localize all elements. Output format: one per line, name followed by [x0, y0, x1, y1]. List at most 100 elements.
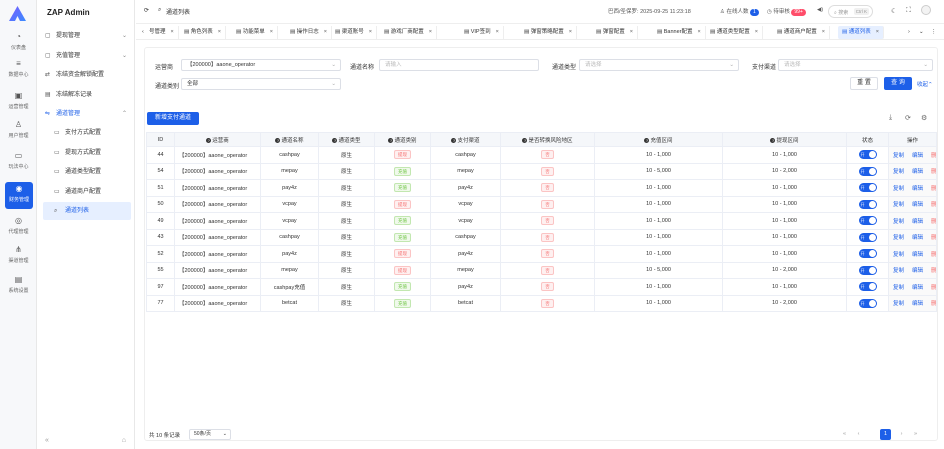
avatar[interactable]: [921, 5, 931, 17]
table-row[interactable]: 44 【200000】aaone_operator cashpay 原生 提现 cashp…: [146, 146, 937, 164]
table-row[interactable]: 97 【200000】aaone_operator cashpay充值 原生 充值 pay…: [146, 278, 937, 296]
next-page-icon[interactable]: ›: [896, 429, 907, 440]
close-icon[interactable]: ×: [630, 29, 633, 35]
menu-item[interactable]: ▢ 充值管理 ⌄: [37, 47, 135, 65]
refresh-table-icon[interactable]: ⟳: [905, 114, 911, 122]
table-row[interactable]: 77 【200000】aaone_operator betcat 原生 充值 betcat…: [146, 294, 937, 312]
help-icon[interactable]: ?: [770, 137, 776, 143]
copy-button[interactable]: 复制: [893, 186, 904, 192]
tabs-more-icon[interactable]: ⋮: [927, 26, 941, 39]
menu-item[interactable]: ⌕ 通道列表: [43, 202, 131, 220]
close-icon[interactable]: ×: [270, 29, 273, 35]
channel-type-select[interactable]: 请选择 ⌄: [579, 59, 739, 71]
tabs-scroll-right-icon[interactable]: ›: [904, 26, 914, 39]
collapse-menu-icon[interactable]: «: [45, 437, 49, 444]
channel-category-select[interactable]: 全部 ⌄: [181, 78, 341, 90]
edit-button[interactable]: 编辑: [912, 202, 923, 208]
rail-item-operation[interactable]: ▣ 运营管理: [0, 89, 37, 115]
delete-button[interactable]: 删除: [931, 235, 935, 241]
rail-item-dashboard[interactable]: ◔ 仪表盘: [0, 30, 37, 56]
edit-button[interactable]: 编辑: [912, 285, 923, 291]
table-row[interactable]: 52 【200000】aaone_operator pay4z 原生 提现 pay4z 否 1…: [146, 245, 937, 263]
first-page-icon[interactable]: «: [839, 429, 850, 440]
edit-button[interactable]: 编辑: [912, 235, 923, 241]
edit-button[interactable]: 编辑: [912, 153, 923, 159]
edit-button[interactable]: 编辑: [912, 186, 923, 192]
table-row[interactable]: 54 【200000】aaone_operator mepay 原生 充值 mepay 否 1…: [146, 162, 937, 180]
copy-button[interactable]: 复制: [893, 252, 904, 258]
status-toggle[interactable]: 开: [858, 183, 877, 193]
tab-item[interactable]: ▤ 通道列表 ×: [838, 26, 884, 39]
menu-item[interactable]: ⇄ 冻结资金解锁配置: [37, 66, 135, 84]
close-icon[interactable]: ×: [755, 29, 758, 35]
help-icon[interactable]: ?: [522, 137, 528, 143]
column-settings-icon[interactable]: ⚙: [921, 114, 927, 122]
rail-item-finance[interactable]: ◉ 财务管理: [5, 182, 33, 209]
tab-item[interactable]: ▤ 通道商户配置 ×: [773, 26, 830, 39]
edit-button[interactable]: 编辑: [912, 169, 923, 175]
delete-button[interactable]: 删除: [931, 169, 935, 175]
column-header[interactable]: ? 充值区间: [594, 132, 723, 147]
close-icon[interactable]: ×: [569, 29, 572, 35]
table-row[interactable]: 50 【200000】aaone_operator vcpay 原生 提现 vcpay 否 1…: [146, 195, 937, 213]
copy-button[interactable]: 复制: [893, 235, 904, 241]
edit-button[interactable]: 编辑: [912, 301, 923, 307]
delete-button[interactable]: 删除: [931, 252, 935, 258]
rail-item-user[interactable]: ♙ 用户管理: [0, 118, 37, 144]
copy-button[interactable]: 复制: [893, 169, 904, 175]
close-icon[interactable]: ×: [369, 29, 372, 35]
add-channel-button[interactable]: 新增支付通道: [147, 112, 199, 125]
help-icon[interactable]: ?: [644, 137, 650, 143]
delete-button[interactable]: 删除: [931, 285, 935, 291]
global-search[interactable]: ⌕ 搜索 Ctrl K: [828, 5, 873, 18]
reset-button[interactable]: 重 置: [850, 77, 878, 90]
last-page-icon[interactable]: »: [910, 429, 921, 440]
pending-review[interactable]: ◷ 待审核 99+: [767, 7, 806, 16]
menu-item[interactable]: ▤ 冻结解冻记录: [37, 86, 135, 104]
copy-button[interactable]: 复制: [893, 301, 904, 307]
rail-item-channel[interactable]: ⋔ 渠道管理: [0, 243, 37, 269]
column-header[interactable]: ID: [146, 132, 175, 147]
help-icon[interactable]: ?: [332, 137, 338, 143]
column-header[interactable]: ? 运营商: [174, 132, 261, 147]
download-icon[interactable]: ⤓: [889, 114, 892, 122]
rail-item-game[interactable]: ▭ 玩法中心: [0, 149, 37, 175]
copy-button[interactable]: 复制: [893, 153, 904, 159]
delete-button[interactable]: 删除: [931, 219, 935, 225]
tab-item[interactable]: ▤ 通道类型配置 ×: [706, 26, 763, 39]
copy-button[interactable]: 复制: [893, 202, 904, 208]
status-toggle[interactable]: 开: [858, 298, 877, 308]
edit-button[interactable]: 编辑: [912, 268, 923, 274]
collapse-link[interactable]: 收起⌃: [917, 80, 933, 88]
column-header[interactable]: ? 通道名称: [260, 132, 319, 147]
operator-select[interactable]: 【200000】aaone_operator ⌄: [181, 59, 341, 71]
menu-item[interactable]: ▢ 提现管理 ⌄: [37, 27, 135, 45]
app-logo-icon[interactable]: [9, 6, 26, 21]
page-current[interactable]: 1: [880, 429, 891, 440]
fullscreen-icon[interactable]: ⛶: [906, 7, 911, 15]
column-header[interactable]: ? 提现区间: [722, 132, 847, 147]
tab-item[interactable]: ▤ 游戏厂商配置 ×: [380, 26, 437, 39]
column-header[interactable]: 操作: [888, 132, 937, 147]
column-header[interactable]: 状态: [846, 132, 889, 147]
delete-button[interactable]: 删除: [931, 301, 935, 307]
status-toggle[interactable]: 开: [858, 199, 877, 209]
close-icon[interactable]: ×: [218, 29, 221, 35]
status-toggle[interactable]: 开: [858, 282, 877, 292]
channel-name-input[interactable]: 请输入: [379, 59, 539, 71]
status-toggle[interactable]: 开: [858, 265, 877, 275]
menu-item[interactable]: ▭ 提现方式配置: [37, 144, 135, 162]
table-row[interactable]: 49 【200000】aaone_operator vcpay 原生 充值 vcpay 否 1…: [146, 212, 937, 230]
tab-item[interactable]: ▤ 弹窗配置 ×: [592, 26, 638, 39]
close-icon[interactable]: ×: [171, 29, 174, 35]
query-button[interactable]: 查 询: [884, 77, 912, 90]
edit-button[interactable]: 编辑: [912, 252, 923, 258]
status-toggle[interactable]: 开: [858, 232, 877, 242]
close-icon[interactable]: ×: [429, 29, 432, 35]
delete-button[interactable]: 删除: [931, 202, 935, 208]
help-icon[interactable]: ?: [451, 137, 457, 143]
refresh-icon[interactable]: ⟳: [144, 7, 149, 14]
tab-item[interactable]: ▤ VIP签到 ×: [460, 26, 504, 39]
column-header[interactable]: ? 是否转换风险地区: [500, 132, 595, 147]
pay-channel-select[interactable]: 请选择 ⌄: [778, 59, 933, 71]
